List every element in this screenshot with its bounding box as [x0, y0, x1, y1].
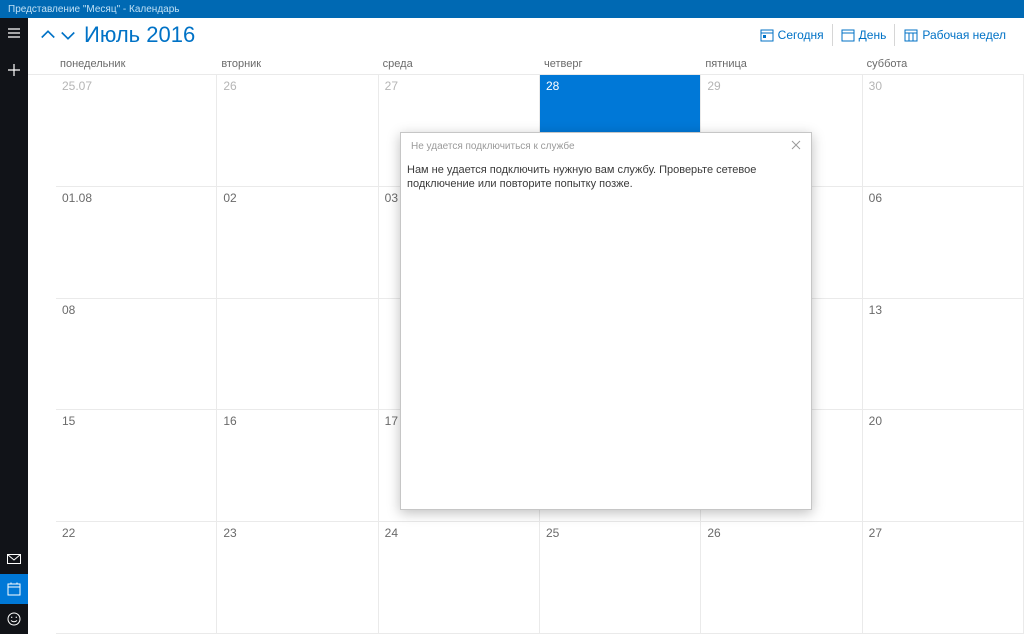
date-number: 29: [707, 79, 720, 93]
dialog-title-text: Не удается подключиться к службе: [411, 141, 575, 152]
calendar-icon: [6, 581, 22, 597]
sidebar: [0, 18, 28, 634]
day-cell[interactable]: 02: [217, 187, 378, 299]
day-cell[interactable]: 24: [379, 522, 540, 634]
date-number: 22: [62, 526, 75, 540]
close-icon: [791, 140, 801, 150]
hamburger-button[interactable]: [0, 18, 28, 48]
day-cell[interactable]: 27: [863, 522, 1024, 634]
date-number: 28: [546, 79, 559, 93]
day-cell[interactable]: 20: [863, 410, 1024, 522]
new-event-button[interactable]: [0, 48, 28, 92]
date-number: 08: [62, 303, 75, 317]
day-cell[interactable]: 30: [863, 75, 1024, 187]
chevron-down-icon: [58, 25, 78, 45]
dow-sat: суббота: [863, 52, 1024, 74]
dialog-close-button[interactable]: [791, 139, 801, 153]
day-cell[interactable]: 26: [217, 75, 378, 187]
chevron-up-icon: [38, 25, 58, 45]
calendar-today-icon: [760, 28, 774, 42]
day-cell[interactable]: [217, 299, 378, 411]
date-number: 23: [223, 526, 236, 540]
plus-icon: [6, 62, 22, 78]
dialog-titlebar: Не удается подключиться к службе: [401, 133, 811, 159]
dialog-body: Нам не удается подключить нужную вам слу…: [401, 159, 811, 196]
error-dialog: Не удается подключиться к службе Нам не …: [400, 132, 812, 510]
date-number: 26: [223, 79, 236, 93]
hamburger-icon: [6, 25, 22, 41]
day-cell[interactable]: 01.08: [56, 187, 217, 299]
date-number: 17: [385, 414, 398, 428]
date-number: 27: [385, 79, 398, 93]
week-header: понедельник вторник среда четверг пятниц…: [28, 52, 1024, 74]
date-number: 03: [385, 191, 398, 205]
day-cell[interactable]: 23: [217, 522, 378, 634]
day-cell[interactable]: 22: [56, 522, 217, 634]
work-week-view-button[interactable]: Рабочая недел: [895, 24, 1014, 46]
date-number: 26: [707, 526, 720, 540]
dow-wed: среда: [379, 52, 540, 74]
today-label: Сегодня: [778, 28, 824, 42]
mail-icon: [6, 551, 22, 567]
dow-tue: вторник: [217, 52, 378, 74]
date-number: 13: [869, 303, 882, 317]
prev-month-button[interactable]: [38, 25, 58, 45]
day-view-button[interactable]: День: [832, 24, 896, 46]
dow-mon: понедельник: [56, 52, 217, 74]
window-titlebar: Представление "Месяц" - Календарь: [0, 0, 1024, 18]
smiley-icon: [6, 611, 22, 627]
calendar-workweek-icon: [904, 28, 918, 42]
window-title: Представление "Месяц" - Календарь: [8, 4, 180, 15]
next-month-button[interactable]: [58, 25, 78, 45]
day-cell[interactable]: 26: [701, 522, 862, 634]
dow-fri: пятница: [701, 52, 862, 74]
date-number: 30: [869, 79, 882, 93]
date-number: 01.08: [62, 191, 92, 205]
mail-button[interactable]: [0, 544, 28, 574]
date-number: 15: [62, 414, 75, 428]
feedback-button[interactable]: [0, 604, 28, 634]
calendar-day-icon: [841, 28, 855, 42]
day-cell[interactable]: 16: [217, 410, 378, 522]
day-cell[interactable]: 13: [863, 299, 1024, 411]
day-cell[interactable]: 08: [56, 299, 217, 411]
date-number: 24: [385, 526, 398, 540]
date-number: 16: [223, 414, 236, 428]
date-number: 02: [223, 191, 236, 205]
date-number: 25.07: [62, 79, 92, 93]
date-number: 27: [869, 526, 882, 540]
work-week-label: Рабочая недел: [922, 28, 1006, 42]
day-cell[interactable]: 25: [540, 522, 701, 634]
day-cell[interactable]: 06: [863, 187, 1024, 299]
dow-thu: четверг: [540, 52, 701, 74]
day-label: День: [859, 28, 887, 42]
toolbar: Июль 2016 Сегодня День Рабочая недел: [28, 18, 1024, 52]
date-number: 25: [546, 526, 559, 540]
today-button[interactable]: Сегодня: [751, 24, 832, 46]
day-cell[interactable]: 15: [56, 410, 217, 522]
calendar-button[interactable]: [0, 574, 28, 604]
day-cell[interactable]: 25.07: [56, 75, 217, 187]
date-number: 20: [869, 414, 882, 428]
date-number: 06: [869, 191, 882, 205]
month-title: Июль 2016: [84, 22, 195, 48]
